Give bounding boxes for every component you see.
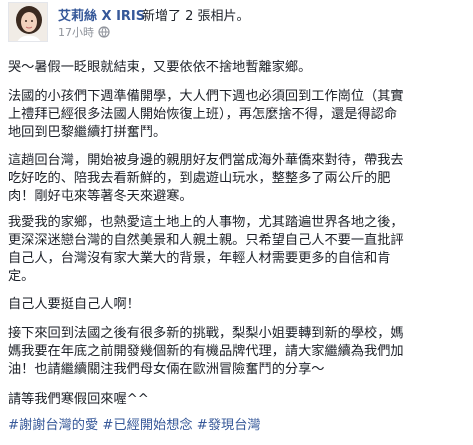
hashtag-link[interactable]: #已經開始想念 (102, 418, 192, 433)
post-paragraph: 接下來回到法國之後有很多新的挑戰，梨梨小姐要轉到新的學校，媽 媽我要在年底之前開… (8, 326, 404, 377)
globe-icon[interactable] (98, 26, 110, 38)
hashtag-list: #謝謝台灣的愛 #已經開始想念 #發現台灣 (8, 417, 261, 435)
post-paragraph: 我愛我的家鄉，也熱愛這土地上的人事物，尤其踏遍世界各地之後， 更深深迷戀台灣的自… (8, 215, 404, 284)
post-paragraph: 法國的小孩們下週準備開學，大人們下週也必須回到工作崗位（其實 上禮拜已經很多法國… (8, 89, 404, 140)
post-action-text: 新增了 2 張相片。 (142, 9, 250, 24)
author-avatar[interactable] (8, 2, 48, 42)
hashtag-link[interactable]: #謝謝台灣的愛 (8, 418, 98, 433)
post-paragraph: 自己人要挺自己人啊！ (8, 297, 140, 312)
post-timestamp[interactable]: 17小時 (58, 24, 94, 40)
author-name[interactable]: 艾莉絲 X IRIS (58, 5, 145, 24)
post-header: 艾莉絲 X IRIS 新增了 2 張相片。 17小時 (8, 2, 468, 42)
post-paragraph: 請等我們寒假回來喔^^ (8, 392, 149, 407)
hashtag-link[interactable]: #發現台灣 (197, 418, 261, 433)
post-paragraph: 這趟回台灣，開始被身邊的親朋好友們當成海外華僑來對待，帶我去 吃好吃的、陪我去看… (8, 153, 404, 204)
post-paragraph: 哭～暑假一眨眼就結束，又要依依不捨地暫離家鄉。 (8, 60, 312, 75)
facebook-post: 艾莉絲 X IRIS 新增了 2 張相片。 17小時 哭～暑假一眨眼就結束，又要… (0, 0, 473, 445)
post-meta: 17小時 (58, 25, 110, 39)
